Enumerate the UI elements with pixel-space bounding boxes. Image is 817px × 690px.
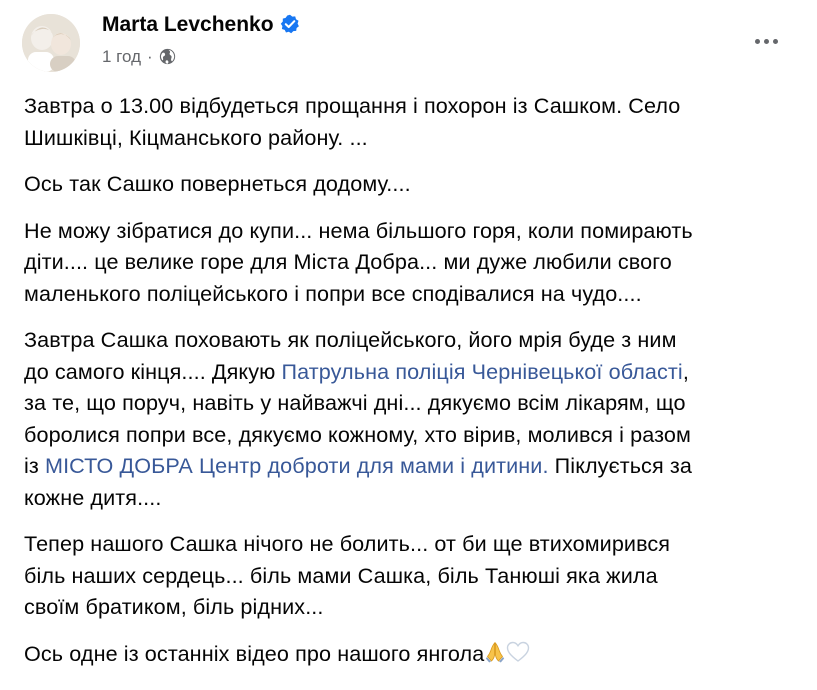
author-name[interactable]: Marta Levchenko [102, 12, 300, 38]
post-paragraph-1: Завтра о 13.00 відбудеться прощання і по… [24, 90, 814, 153]
post-paragraph-6: Ось одне із останніх відео про нашого ян… [24, 638, 814, 670]
text-line: маленького поліцейського і попри все спо… [24, 280, 642, 306]
post-paragraph-5: Тепер нашого Сашка нічого не болить... о… [24, 528, 814, 623]
globe-icon[interactable] [159, 48, 176, 65]
text-line: Завтра Сашка поховають як поліцейського,… [24, 327, 677, 352]
text-line: біль наших сердець... біль мами Сашка, б… [24, 562, 658, 588]
text-fragment: , [682, 358, 689, 384]
text-line: своїм братиком, біль рідних... [24, 594, 324, 619]
text-fragment: із [24, 453, 45, 478]
text-fragment: до самого кінця.... Дякую [24, 358, 282, 384]
text-line: за те, що поруч, навіть у найважчі дні..… [24, 390, 686, 415]
text-line: діти.... це велике горе для Міста Добра.… [24, 249, 672, 274]
post-timestamp[interactable]: 1 год [102, 47, 141, 66]
facebook-post: Marta Levchenko 1 год · Завтра о 13.00 ві… [0, 0, 817, 690]
author-avatar[interactable] [22, 14, 80, 72]
text-line: кожне дитя.... [24, 484, 162, 510]
text-line: до самого кінця.... Дякую Патрульна полі… [24, 356, 814, 388]
post-paragraph-4: Завтра Сашка поховають як поліцейського,… [24, 324, 814, 513]
text-line: Тепер нашого Сашка нічого не болить... о… [24, 531, 671, 556]
text-fragment: Піклується за [548, 453, 692, 478]
text-line: Ось так Сашко повернеться додому.... [24, 171, 411, 196]
text-line: боролися попри все, дякуємо кожному, хто… [24, 421, 691, 447]
text-line: Шишківці, Кіцманського району. ... [24, 124, 368, 150]
author-name-text[interactable]: Marta Levchenko [102, 13, 274, 36]
mention-link-patrol-police[interactable]: Патрульна поліція Чернівецької області [282, 359, 683, 384]
text-line: Не можу зібратися до купи... нема більшо… [24, 217, 693, 243]
post-paragraph-3: Не можу зібратися до купи... нема більшо… [24, 215, 814, 310]
text-line: Завтра о 13.00 відбудеться прощання і по… [24, 93, 681, 118]
post-paragraph-2: Ось так Сашко повернеться додому.... [24, 168, 814, 200]
avatar-photo-icon [22, 14, 80, 72]
text-fragment: Ось одне із останніх відео про нашого ян… [24, 640, 485, 666]
text-line: із МІСТО ДОБРА Центр доброти для мами і … [24, 450, 814, 482]
meta-separator: · [147, 47, 153, 66]
more-options-button[interactable] [746, 22, 786, 62]
post-meta: 1 год · [102, 46, 176, 68]
white-heart-icon [507, 641, 530, 662]
mention-link-misto-dobra[interactable]: МІСТО ДОБРА Центр доброти для мами і дит… [45, 453, 549, 478]
folded-hands-icon [486, 641, 505, 663]
post-text: Завтра о 13.00 відбудеться прощання і по… [24, 90, 814, 684]
verified-badge-icon [280, 14, 299, 34]
text-line: Ось одне із останніх відео про нашого ян… [24, 638, 814, 670]
